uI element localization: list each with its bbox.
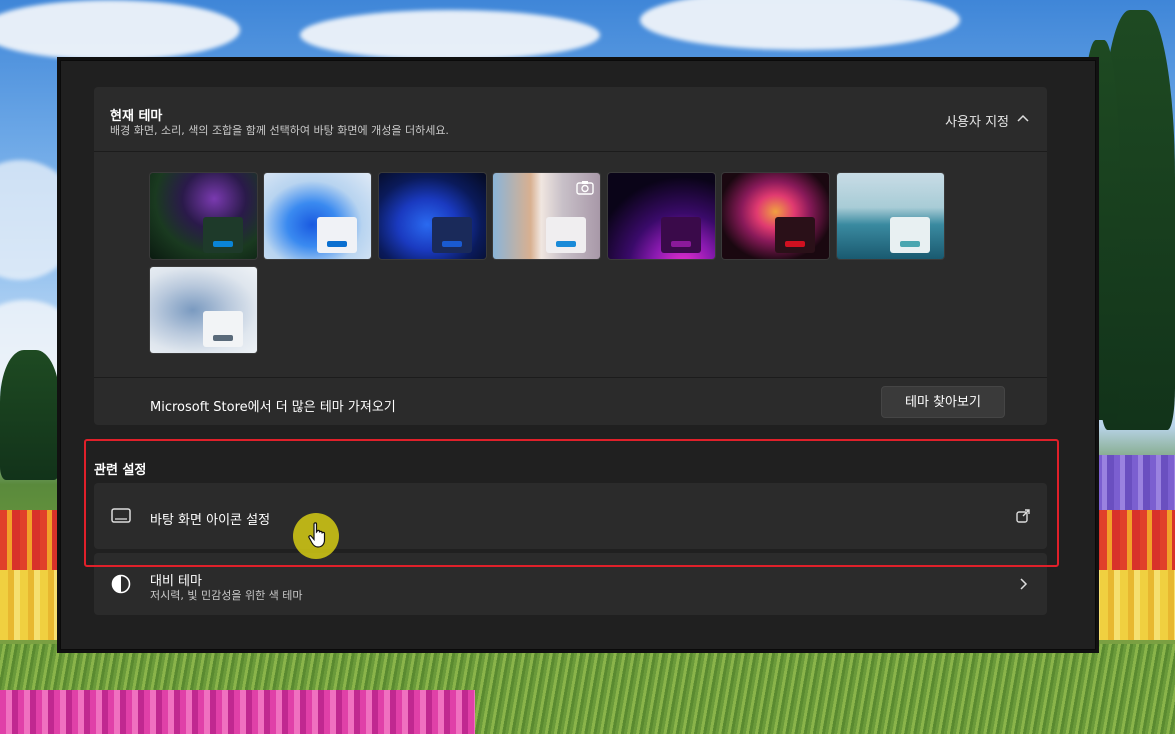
hand-cursor-icon <box>308 522 326 548</box>
current-theme-card: 현재 테마 배경 화면, 소리, 색의 조합을 함께 선택하여 바탕 화면에 개… <box>94 87 1047 425</box>
theme-preview-window <box>432 217 472 253</box>
accent-swatch <box>327 241 347 247</box>
theme-thumb-3[interactable] <box>379 173 486 259</box>
chevron-up-icon[interactable] <box>1015 111 1031 127</box>
theme-thumb-2[interactable] <box>264 173 371 259</box>
accent-swatch <box>785 241 805 247</box>
accent-swatch <box>442 241 462 247</box>
current-theme-description: 배경 화면, 소리, 색의 조합을 함께 선택하여 바탕 화면에 개성을 더하세… <box>110 124 449 137</box>
accent-swatch <box>671 241 691 247</box>
theme-thumb-8[interactable] <box>150 267 257 353</box>
theme-thumb-5[interactable] <box>608 173 715 259</box>
theme-preview-window <box>890 217 930 253</box>
store-row: Microsoft Store에서 더 많은 테마 가져오기 테마 찾아보기 <box>94 377 1047 426</box>
highlight-box <box>84 439 1059 567</box>
accent-swatch <box>213 241 233 247</box>
chevron-right-icon <box>1020 578 1028 590</box>
theme-preview-window <box>775 217 815 253</box>
theme-preview-window <box>317 217 357 253</box>
contrast-icon <box>111 574 131 594</box>
accent-swatch <box>900 241 920 247</box>
theme-preview-window <box>203 217 243 253</box>
accent-swatch <box>213 335 233 341</box>
browse-themes-button[interactable]: 테마 찾아보기 <box>881 386 1005 418</box>
current-theme-status: 사용자 지정 <box>945 115 1009 130</box>
accent-swatch <box>556 241 576 247</box>
theme-preview-window <box>546 217 586 253</box>
theme-thumb-1[interactable] <box>150 173 257 259</box>
store-text: Microsoft Store에서 더 많은 테마 가져오기 <box>150 400 396 415</box>
settings-window: 현재 테마 배경 화면, 소리, 색의 조합을 함께 선택하여 바탕 화면에 개… <box>60 60 1096 650</box>
theme-thumb-7[interactable] <box>837 173 944 259</box>
theme-preview-window <box>203 311 243 347</box>
contrast-themes-description: 저시력, 빛 민감성을 위한 색 테마 <box>150 589 303 602</box>
theme-thumb-6[interactable] <box>722 173 829 259</box>
theme-preview-window <box>661 217 701 253</box>
current-theme-header[interactable]: 현재 테마 배경 화면, 소리, 색의 조합을 함께 선택하여 바탕 화면에 개… <box>94 87 1047 152</box>
camera-icon <box>576 181 594 195</box>
theme-thumb-4[interactable] <box>493 173 600 259</box>
